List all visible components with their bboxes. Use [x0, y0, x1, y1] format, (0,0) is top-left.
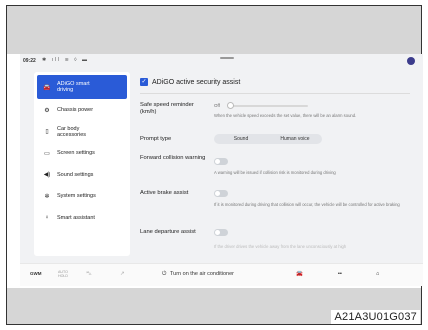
figure-id: A21A3U01G037 [331, 310, 420, 324]
lane-departure-toggle[interactable] [214, 229, 228, 236]
brake-assist-desc: If it is monitored during driving that c… [214, 202, 400, 207]
car-outline-icon[interactable]: ⛍ [86, 271, 92, 278]
pull-down-handle[interactable] [220, 57, 234, 59]
prompt-option-voice[interactable]: Human voice [268, 134, 322, 144]
infotainment-screen: 09:22 ✱ ıll ≋ ◊ ▬ 🚘 ADiGO smart driving ⚙… [20, 54, 423, 286]
assistant-icon: ♀ [44, 214, 50, 221]
power-icon[interactable]: ⏻ [162, 271, 166, 278]
divider [140, 93, 410, 94]
slider-track[interactable] [228, 105, 308, 107]
settings-panel: ✓ ADiGO active security assist Safe spee… [136, 68, 416, 256]
home-icon[interactable]: ⌂ [376, 271, 379, 277]
sidebar-item-chassis[interactable]: ⚙ Chassis power [37, 100, 127, 121]
chassis-icon: ⚙ [44, 107, 50, 114]
car-assist-icon: 🚘 [43, 84, 51, 91]
panel-title-text: ADiGO active security assist [152, 78, 241, 86]
prompt-type-label: Prompt type [140, 136, 172, 142]
brake-assist-label: Active brake assist [140, 190, 189, 196]
sidebar-item-label: Screen settings [57, 150, 95, 156]
clock: 09:22 [23, 58, 36, 64]
slider-value: Off [214, 103, 220, 108]
speed-reminder-label: Safe speed reminder (km/h) [140, 102, 194, 115]
sidebar-item-label: Sound settings [57, 171, 94, 178]
speaker-icon: ◀) [43, 172, 51, 178]
sidebar-item-adigo[interactable]: 🚘 ADiGO smart driving [37, 75, 127, 99]
grid-icon[interactable]: ▪▪ [338, 271, 342, 277]
slider-knob[interactable] [227, 102, 234, 109]
auto-hold-button[interactable]: AUTO HOLD [58, 270, 72, 278]
sidebar-item-sound[interactable]: ◀) Sound settings [37, 164, 127, 185]
brand-logo[interactable]: GWM [30, 271, 42, 276]
fcw-label: Forward collision warning [140, 155, 206, 161]
avatar[interactable] [407, 57, 415, 65]
speed-reminder-desc: When the vehicle speed exceeds the set v… [214, 113, 357, 118]
sidebar-item-assistant[interactable]: ♀ Smart assistant [37, 207, 127, 228]
prompt-type-segmented[interactable]: Sound Human voice [214, 134, 322, 144]
figure-frame: 09:22 ✱ ıll ≋ ◊ ▬ 🚘 ADiGO smart driving ⚙… [6, 5, 423, 325]
car-front-icon[interactable]: 🚘 [296, 271, 303, 277]
status-bar: 09:22 ✱ ıll ≋ ◊ ▬ [20, 54, 423, 68]
sidebar-item-label-2: accessories [57, 131, 87, 138]
arrow-icon[interactable]: ↗ [120, 271, 125, 277]
prompt-option-sound[interactable]: Sound [214, 134, 268, 144]
sidebar-item-system[interactable]: ✲ System settings [37, 186, 127, 207]
top-margin [7, 6, 421, 54]
fcw-desc: A warning will be issued if collision ri… [214, 170, 336, 175]
sidebar-item-label: Chassis power [57, 107, 94, 113]
sidebar-item-label: System settings [57, 193, 96, 199]
lane-departure-desc: If the driver drives the vehicle away fr… [214, 244, 347, 249]
settings-sidebar: 🚘 ADiGO smart driving ⚙ Chassis power ▯ C… [34, 72, 130, 256]
brake-assist-toggle[interactable] [214, 190, 228, 197]
taskbar: GWM AUTO HOLD ⛍ ↗ ⏻ Turn on the air cond… [20, 263, 423, 286]
screen-icon: ▭ [44, 150, 50, 157]
gear-icon: ✲ [44, 193, 50, 200]
panel-title: ✓ ADiGO active security assist [140, 78, 240, 86]
sidebar-item-label-2: driving [57, 87, 74, 93]
status-icons: ✱ ıll ≋ ◊ ▬ [42, 57, 90, 63]
speed-slider[interactable]: Off [214, 102, 314, 110]
ac-button[interactable]: Turn on the air conditioner [170, 271, 234, 277]
car-body-icon: ▯ [45, 129, 49, 135]
lane-departure-label: Lane departure assist [140, 229, 196, 235]
fcw-toggle[interactable] [214, 158, 228, 165]
sidebar-item-screen[interactable]: ▭ Screen settings [37, 143, 127, 164]
checkbox-icon: ✓ [140, 78, 148, 86]
sidebar-item-body[interactable]: ▯ Car body accessories [37, 121, 127, 142]
sidebar-item-label: Smart assistant [57, 214, 95, 221]
